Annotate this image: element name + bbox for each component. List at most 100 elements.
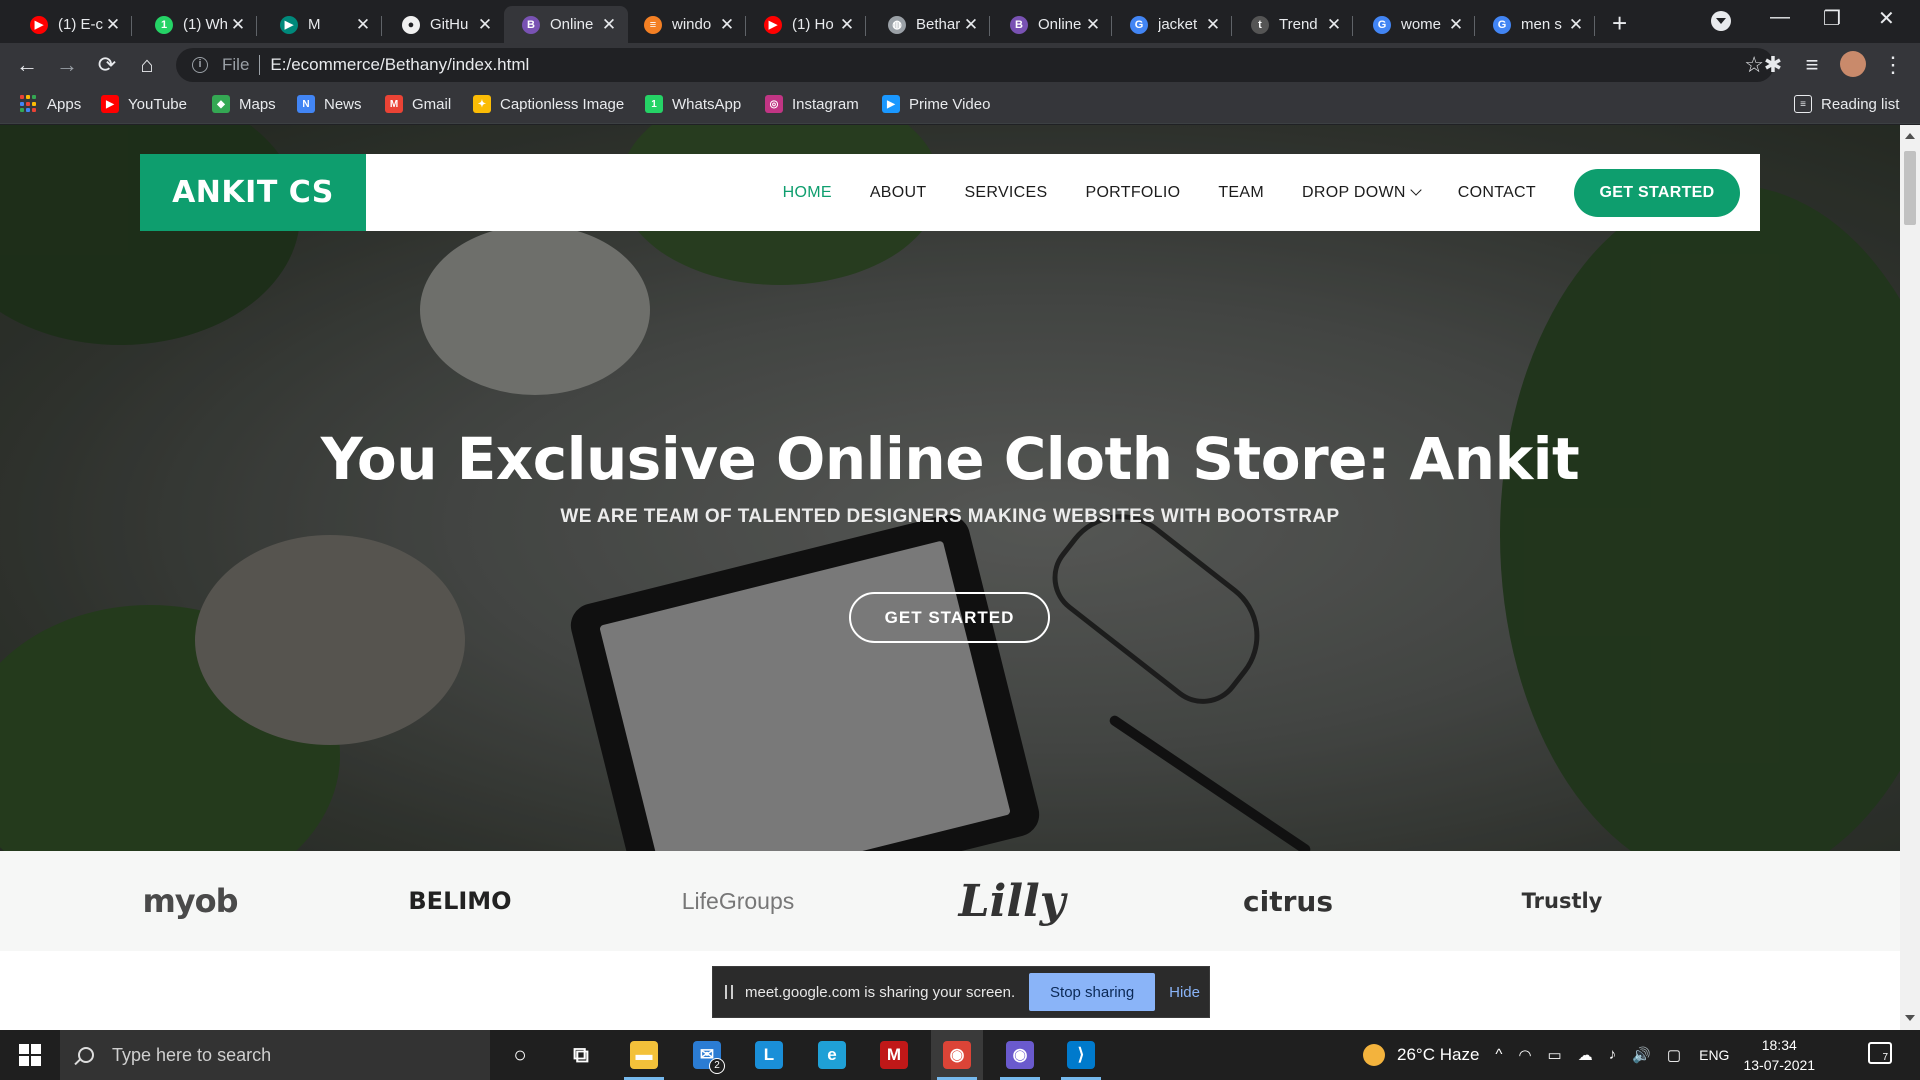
- close-icon[interactable]: ✕: [476, 15, 494, 35]
- nav-dropdown[interactable]: DROP DOWN: [1302, 184, 1422, 202]
- browser-tab[interactable]: ▶ (1) Ho ✕: [746, 6, 866, 43]
- taskbar-app[interactable]: ○: [494, 1030, 546, 1080]
- reading-list-label: Reading list: [1821, 95, 1900, 113]
- taskbar-app[interactable]: L: [743, 1030, 795, 1080]
- browser-tab[interactable]: Gwome ✕: [1355, 6, 1475, 43]
- scrollbar-thumb[interactable]: [1904, 151, 1916, 225]
- reading-list-button[interactable]: ≡ Reading list: [1794, 95, 1899, 113]
- home-icon[interactable]: ⌂: [134, 52, 160, 78]
- taskbar-app[interactable]: ◉: [994, 1030, 1046, 1080]
- bookmark-label: Apps: [47, 95, 82, 113]
- hide-share-bar-button[interactable]: Hide: [1169, 984, 1200, 1001]
- taskbar-app[interactable]: ⟩: [1055, 1030, 1107, 1080]
- browser-menu-icon[interactable]: ⋮: [1880, 52, 1906, 78]
- notification-center-icon[interactable]: 7: [1868, 1042, 1892, 1064]
- close-icon[interactable]: ✕: [600, 15, 618, 35]
- browser-tab[interactable]: B Online ✕: [504, 6, 628, 43]
- extensions-icon[interactable]: ✱: [1760, 52, 1786, 78]
- weather-icon[interactable]: [1363, 1044, 1385, 1066]
- bookmark-item[interactable]: ▶ Prime Video: [882, 95, 990, 113]
- bookmark-item[interactable]: M Gmail: [385, 95, 451, 113]
- taskbar-search[interactable]: Type here to search: [60, 1030, 490, 1080]
- browser-tab[interactable]: t Trend ✕: [1233, 6, 1353, 43]
- close-icon[interactable]: ✕: [1325, 15, 1343, 35]
- new-tab-button[interactable]: +: [1612, 8, 1627, 39]
- nav-services[interactable]: SERVICES: [964, 184, 1047, 202]
- close-icon[interactable]: ✕: [1084, 15, 1102, 35]
- bookmark-item[interactable]: ◆ Maps: [212, 95, 276, 113]
- hero-get-started-button[interactable]: GET STARTED: [849, 592, 1050, 643]
- close-icon[interactable]: ✕: [229, 15, 247, 35]
- nav-contact[interactable]: CONTACT: [1458, 184, 1536, 202]
- onedrive-icon[interactable]: ☁: [1578, 1046, 1593, 1064]
- taskbar-app[interactable]: ⧉: [555, 1030, 607, 1080]
- weather-text[interactable]: 26°C Haze: [1397, 1045, 1479, 1065]
- nav-about[interactable]: ABOUT: [870, 184, 927, 202]
- windows-start-button[interactable]: [0, 1030, 60, 1080]
- nav-home[interactable]: HOME: [783, 184, 832, 202]
- drag-handle-icon[interactable]: [725, 985, 733, 999]
- stop-sharing-button[interactable]: Stop sharing: [1029, 973, 1156, 1011]
- browser-tab[interactable]: ▶ M ✕: [262, 6, 382, 43]
- microphone-icon[interactable]: ♪: [1609, 1046, 1617, 1064]
- info-icon[interactable]: i: [192, 57, 208, 73]
- taskbar-app[interactable]: ✉ 2: [681, 1030, 733, 1080]
- browser-tab[interactable]: Gmen s ✕: [1475, 6, 1595, 43]
- browser-tab[interactable]: Gjacket ✕: [1112, 6, 1232, 43]
- client-logo-lilly: Lilly: [912, 851, 1112, 951]
- close-icon[interactable]: ✕: [1204, 15, 1222, 35]
- media-control-icon[interactable]: ≡: [1799, 52, 1825, 78]
- taskbar-app[interactable]: e: [806, 1030, 858, 1080]
- close-icon[interactable]: ✕: [104, 15, 122, 35]
- wifi-icon[interactable]: ◠: [1518, 1046, 1531, 1064]
- close-icon[interactable]: ✕: [838, 15, 856, 35]
- bookmark-item[interactable]: N News: [297, 95, 362, 113]
- address-bar[interactable]: i File E:/ecommerce/Bethany/index.html ☆: [176, 48, 1774, 82]
- taskbar-app[interactable]: M: [868, 1030, 920, 1080]
- window-close-button[interactable]: ✕: [1878, 6, 1895, 31]
- bookmark-item[interactable]: Apps: [20, 95, 81, 113]
- browser-tab[interactable]: B Online ✕: [992, 6, 1112, 43]
- display-icon[interactable]: ▢: [1667, 1046, 1681, 1064]
- browser-tab[interactable]: ◍ Bethar ✕: [870, 6, 990, 43]
- bookmark-item[interactable]: 1 WhatsApp: [645, 95, 741, 113]
- github-icon: ●: [402, 15, 420, 34]
- bookmark-label: Instagram: [792, 95, 859, 113]
- taskbar-app[interactable]: ▬: [618, 1030, 670, 1080]
- close-icon[interactable]: ✕: [354, 15, 372, 35]
- nav-team[interactable]: TEAM: [1218, 184, 1264, 202]
- nav-portfolio[interactable]: PORTFOLIO: [1085, 184, 1180, 202]
- site-logo[interactable]: ANKIT CS: [140, 154, 366, 231]
- show-hidden-icons-chevron[interactable]: ^: [1495, 1046, 1502, 1064]
- language-indicator[interactable]: ENG: [1699, 1047, 1729, 1063]
- forward-icon[interactable]: →: [54, 52, 80, 78]
- header-get-started-button[interactable]: GET STARTED: [1574, 168, 1740, 217]
- back-icon[interactable]: ←: [14, 52, 40, 78]
- page-scrollbar[interactable]: [1900, 125, 1920, 1030]
- clock[interactable]: 18:34 13-07-2021: [1743, 1035, 1815, 1075]
- url-text[interactable]: E:/ecommerce/Bethany/index.html: [270, 55, 529, 75]
- bookmark-item[interactable]: ✦ Captionless Image: [473, 95, 624, 113]
- browser-tab[interactable]: ≡ windo ✕: [626, 6, 746, 43]
- close-icon[interactable]: ✕: [1567, 15, 1585, 35]
- browser-tab[interactable]: 1 (1) Wh ✕: [137, 6, 257, 43]
- profile-avatar[interactable]: [1840, 51, 1866, 77]
- close-icon[interactable]: ✕: [718, 15, 736, 35]
- bookmark-item[interactable]: ▶ YouTube: [101, 95, 187, 113]
- restore-button[interactable]: ❐: [1823, 6, 1841, 31]
- tab-search-icon[interactable]: [1711, 11, 1731, 31]
- scroll-down-arrow[interactable]: [1905, 1015, 1915, 1021]
- browser-tab[interactable]: ▶ (1) E-c ✕: [12, 6, 132, 43]
- minimize-button[interactable]: —: [1770, 6, 1790, 29]
- taskbar-app[interactable]: ◉: [931, 1030, 983, 1080]
- stackoverflow-icon: ≡: [644, 15, 662, 34]
- close-icon[interactable]: ✕: [962, 15, 980, 35]
- battery-icon[interactable]: ▭: [1548, 1046, 1562, 1064]
- close-icon[interactable]: ✕: [1447, 15, 1465, 35]
- reload-icon[interactable]: ⟳: [94, 52, 120, 78]
- reading-list-icon: ≡: [1794, 95, 1812, 113]
- volume-icon[interactable]: 🔊: [1632, 1046, 1651, 1064]
- bookmark-item[interactable]: ◎ Instagram: [765, 95, 859, 113]
- browser-tab[interactable]: ● GitHu ✕: [384, 6, 504, 43]
- scroll-up-arrow[interactable]: [1905, 133, 1915, 139]
